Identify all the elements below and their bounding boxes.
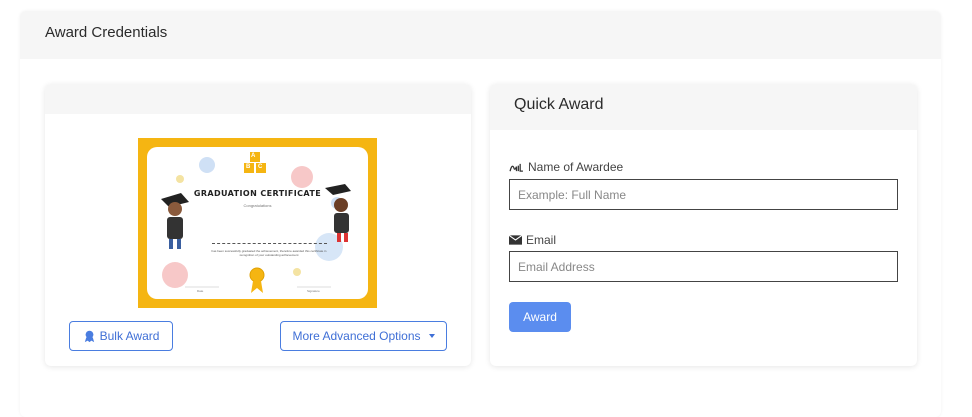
email-label: Email [509, 233, 556, 247]
page-title: Award Credentials [20, 11, 941, 59]
certificate-preview[interactable]: GRADUATION CERTIFICATE Congratulations h… [138, 138, 377, 308]
certificate-card: GRADUATION CERTIFICATE Congratulations h… [45, 84, 471, 366]
signature-icon [509, 163, 523, 172]
certificate-paper: GRADUATION CERTIFICATE Congratulations h… [147, 147, 368, 299]
block-b: B [246, 164, 251, 170]
caret-down-icon [428, 334, 435, 338]
more-options-label: More Advanced Options [292, 329, 421, 343]
certificate-subtitle: Congratulations [243, 203, 272, 208]
more-advanced-options-button[interactable]: More Advanced Options [280, 321, 447, 351]
certificate-signature-label: Signature [307, 289, 320, 293]
block-a: A [251, 153, 256, 159]
certificate-name-line [212, 243, 327, 244]
quick-award-title: Quick Award [490, 84, 917, 130]
awardee-name-input[interactable] [509, 179, 898, 210]
email-input[interactable] [509, 251, 898, 282]
certificate-card-header [45, 84, 471, 114]
email-label-text: Email [526, 233, 557, 247]
certificate-date-label: Date [197, 289, 204, 293]
name-label-text: Name of Awardee [528, 160, 624, 174]
award-ribbon-icon [84, 330, 94, 342]
envelope-icon [509, 235, 522, 245]
certificate-title: GRADUATION CERTIFICATE [193, 189, 322, 198]
bulk-award-label: Bulk Award [99, 329, 160, 343]
name-of-awardee-label: Name of Awardee [509, 160, 623, 174]
bulk-award-button[interactable]: Bulk Award [69, 321, 173, 351]
quick-award-card: Quick Award Name of Awardee Email Award [490, 84, 917, 366]
block-c: C [258, 164, 263, 170]
certificate-body: has been successfully graduated the achi… [211, 249, 327, 257]
award-button[interactable]: Award [509, 302, 571, 332]
